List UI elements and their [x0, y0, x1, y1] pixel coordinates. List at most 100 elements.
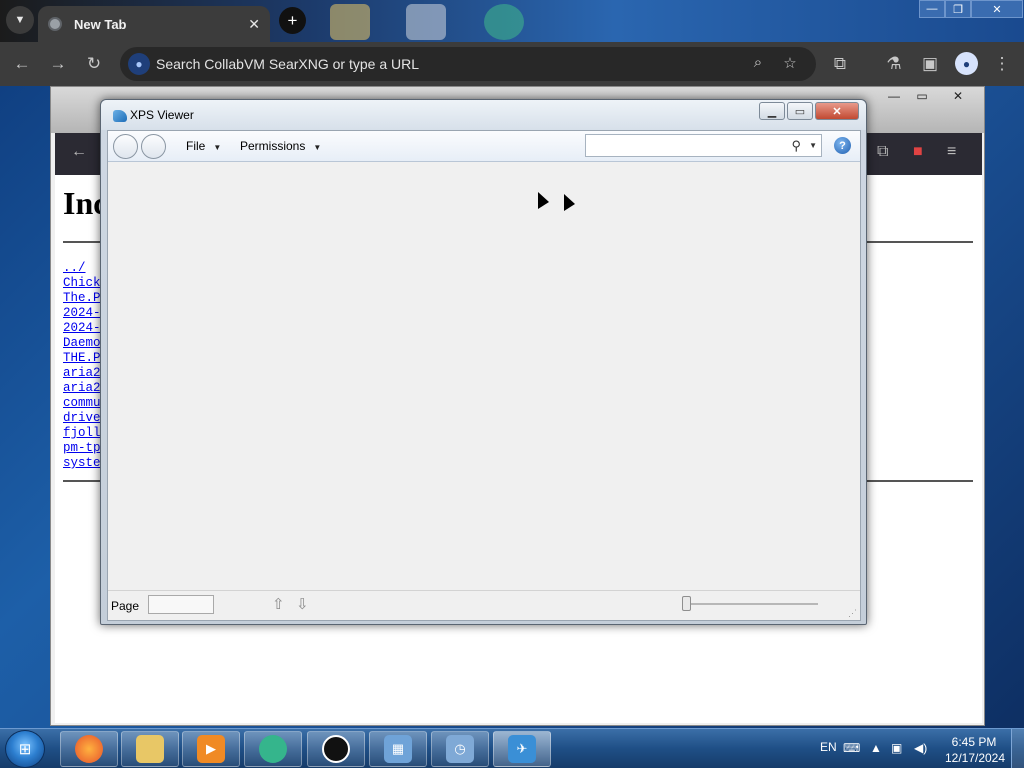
list-item[interactable]: 2024-: [63, 321, 101, 336]
extensions-icon[interactable]: ⧉: [877, 143, 888, 161]
list-item[interactable]: aria2: [63, 381, 101, 396]
list-item[interactable]: Daemo: [63, 336, 101, 351]
ublock-icon[interactable]: ■: [913, 143, 923, 161]
media-player-icon: ▶: [197, 735, 225, 763]
list-item[interactable]: aria2: [63, 366, 101, 381]
maximize-icon[interactable]: ▭: [911, 89, 933, 103]
list-item[interactable]: Chick: [63, 276, 101, 291]
close-button[interactable]: ✕: [815, 102, 859, 120]
taskbar-app-firefox[interactable]: [60, 731, 118, 767]
labs-button[interactable]: ⚗: [880, 50, 908, 78]
reload-button[interactable]: ↻: [80, 50, 108, 78]
minimize-icon[interactable]: —: [883, 89, 905, 103]
taskbar-app-xps-viewer[interactable]: ✈: [493, 731, 551, 767]
file-list: ../ Chick The.P 2024- 2024- Daemo THE.P …: [63, 261, 101, 471]
forward-button[interactable]: [141, 134, 166, 159]
resize-grip-icon[interactable]: ⋰: [848, 608, 858, 618]
caret-down-icon: ▼: [313, 143, 322, 152]
extensions-button[interactable]: ⧉: [826, 50, 854, 78]
close-icon[interactable]: ✕: [947, 89, 969, 103]
close-icon[interactable]: ✕: [248, 16, 260, 33]
arrow-left-icon[interactable]: ←: [71, 143, 87, 161]
omnibox[interactable]: ● Search CollabVM SearXNG or type a URL …: [120, 47, 816, 81]
list-item[interactable]: ../: [63, 261, 101, 276]
taskbar-app-media-player[interactable]: ▶: [182, 731, 240, 767]
profile-button[interactable]: ●: [955, 52, 978, 75]
tab-strip: ▼ New Tab ✕ + — ❐ ✕: [0, 0, 1024, 42]
taskbar-app-utility[interactable]: [307, 731, 365, 767]
windows-logo-icon: ⊞: [18, 741, 32, 758]
maximize-button[interactable]: ▭: [787, 102, 813, 120]
list-item[interactable]: pm-tp: [63, 441, 101, 456]
keyboard-icon[interactable]: ⌨: [843, 741, 860, 755]
taskbar-app-control-panel[interactable]: ▦: [369, 731, 427, 767]
list-item[interactable]: The.P: [63, 291, 101, 306]
list-item[interactable]: fjoll: [63, 426, 101, 441]
taskbar: ⊞ ▶ ▦ ◷ ✈ EN ⌨ ▲ ▣ ◀) 6:45 PM 12/17/2024: [0, 728, 1024, 768]
forward-button[interactable]: →: [44, 50, 72, 78]
minimize-button[interactable]: —: [919, 0, 945, 18]
side-panel-icon: ▣: [921, 54, 939, 73]
list-item[interactable]: syste: [63, 456, 101, 471]
volume-icon[interactable]: ◀): [914, 741, 927, 755]
taskbar-app-scheduler[interactable]: ◷: [431, 731, 489, 767]
zoom-slider-track[interactable]: [688, 603, 818, 605]
new-tab-button[interactable]: +: [279, 7, 306, 34]
back-button[interactable]: [113, 134, 138, 159]
close-icon: ✕: [832, 105, 842, 118]
start-button[interactable]: ⊞: [5, 730, 45, 768]
file-explorer-icon: [136, 735, 164, 763]
search-icon[interactable]: ⚲: [791, 138, 801, 154]
help-icon[interactable]: ?: [834, 137, 851, 154]
network-icon[interactable]: ▣: [891, 741, 902, 755]
xps-viewer-window: XPS Viewer ▁ ▭ ✕ File ▼ Permissions ▼ ⚲ ▼: [100, 99, 867, 625]
maximize-icon: ▭: [794, 105, 806, 118]
page-label: Page: [111, 599, 140, 613]
scheduler-icon: ◷: [446, 735, 474, 763]
clock-time[interactable]: 6:45 PM: [944, 735, 1004, 749]
restore-button[interactable]: ❐: [945, 0, 971, 18]
arrow-right-icon: →: [49, 54, 67, 73]
back-button[interactable]: ←: [8, 50, 36, 78]
minimize-button[interactable]: ▁: [759, 102, 785, 120]
close-button[interactable]: ✕: [971, 0, 1023, 18]
browser-icon: [259, 735, 287, 763]
show-desktop-button[interactable]: [1011, 729, 1024, 768]
caret-down-icon[interactable]: ▼: [809, 141, 817, 150]
minimize-icon: —: [926, 3, 938, 15]
language-indicator[interactable]: EN: [820, 740, 837, 754]
tab-search-button[interactable]: ▼: [6, 6, 34, 34]
control-panel-icon: ▦: [384, 735, 412, 763]
clock-date[interactable]: 12/17/2024: [940, 751, 1010, 765]
status-bar: Page ⇧ ⇩ ⋰: [108, 590, 860, 620]
xps-toolbar: File ▼ Permissions ▼ ⚲ ▼ ?: [108, 131, 860, 162]
document-icon: [406, 4, 446, 40]
chevron-up-icon[interactable]: ▲: [870, 741, 882, 755]
taskbar-app-explorer[interactable]: [121, 731, 179, 767]
list-item[interactable]: commu: [63, 396, 101, 411]
globe-icon: [48, 17, 62, 31]
list-item[interactable]: drive: [63, 411, 101, 426]
permissions-menu[interactable]: Permissions ▼: [240, 139, 321, 153]
search-input[interactable]: ⚲ ▼: [585, 134, 822, 157]
hamburger-menu-icon[interactable]: ≡: [947, 143, 956, 161]
zoom-icon[interactable]: ⌕: [748, 54, 768, 74]
file-menu[interactable]: File ▼: [186, 139, 221, 153]
menu-button[interactable]: ⋮: [988, 50, 1016, 78]
list-item[interactable]: THE.P: [63, 351, 101, 366]
arrow-up-icon[interactable]: ⇧: [272, 595, 285, 613]
xps-viewer-icon: [113, 110, 127, 122]
search-icon: ●: [128, 53, 150, 75]
help-label: ?: [839, 139, 846, 152]
page-number-input[interactable]: [148, 595, 214, 614]
xps-titlebar[interactable]: XPS Viewer ▁ ▭ ✕: [101, 100, 866, 130]
close-icon: ✕: [992, 3, 1002, 16]
list-item[interactable]: 2024-: [63, 306, 101, 321]
tab-new-tab[interactable]: New Tab ✕: [38, 6, 270, 42]
star-icon[interactable]: ☆: [780, 54, 800, 74]
side-panel-button[interactable]: ▣: [916, 50, 944, 78]
document-area[interactable]: [108, 163, 860, 590]
zoom-slider-thumb[interactable]: [682, 596, 691, 611]
arrow-down-icon[interactable]: ⇩: [296, 595, 309, 613]
taskbar-app-browser[interactable]: [244, 731, 302, 767]
